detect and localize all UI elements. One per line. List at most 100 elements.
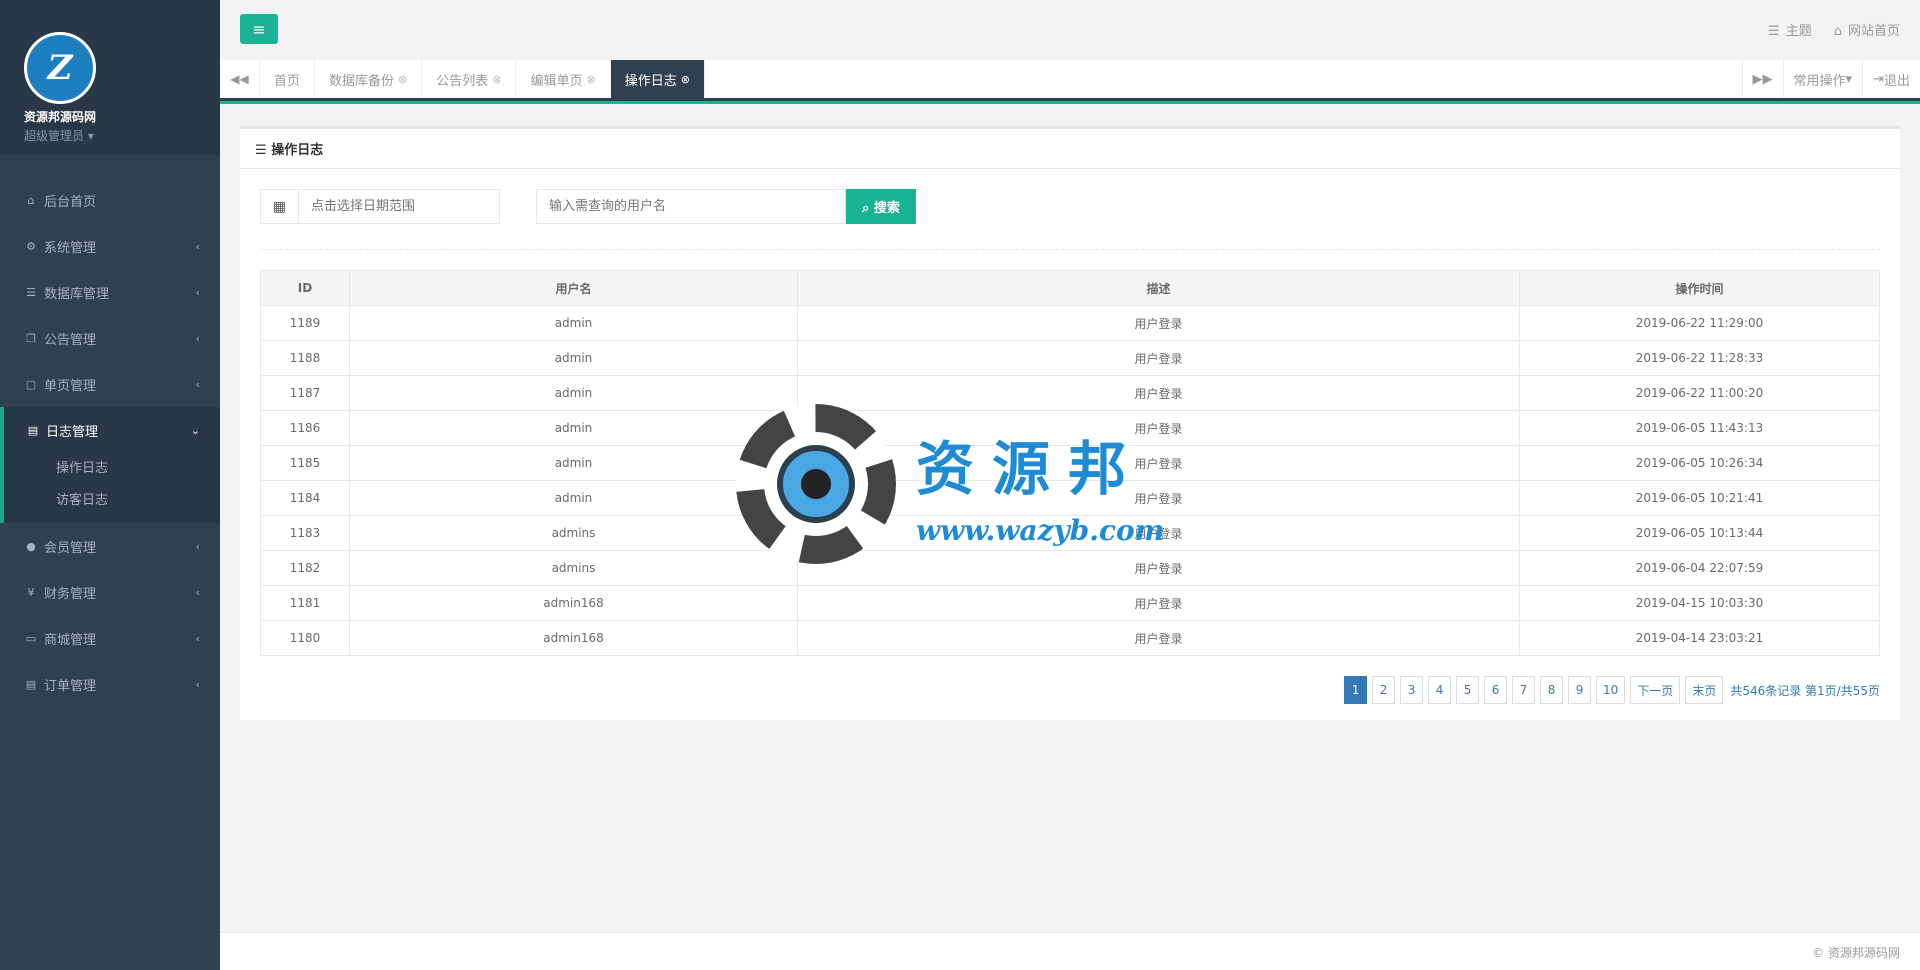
cell-username: admin bbox=[349, 305, 798, 341]
menu-toggle-button[interactable]: ≡ bbox=[240, 14, 278, 44]
page-8-button[interactable]: 8 bbox=[1540, 676, 1564, 704]
cell-id: 1187 bbox=[260, 375, 350, 411]
table-row: 1180 admin168 用户登录 2019-04-14 23:03:21 bbox=[260, 620, 1880, 656]
site-home-label: 网站首页 bbox=[1847, 24, 1900, 39]
close-icon[interactable]: ⊗ bbox=[681, 73, 690, 86]
accent-divider bbox=[220, 101, 1920, 104]
cell-time: 2019-06-04 22:07:59 bbox=[1519, 550, 1880, 586]
column-header-username[interactable]: 用户名 bbox=[349, 270, 798, 306]
sidebar-item-database[interactable]: ☰ 数据库管理 ‹ bbox=[0, 269, 220, 315]
search-label: 搜索 bbox=[873, 201, 900, 216]
page-7-button[interactable]: 7 bbox=[1512, 676, 1536, 704]
page-6-button[interactable]: 6 bbox=[1484, 676, 1508, 704]
column-header-time[interactable]: 操作时间 bbox=[1519, 270, 1880, 306]
tab-edit-page[interactable]: 编辑单页 ⊗ bbox=[516, 60, 611, 98]
tab-label: 编辑单页 bbox=[530, 73, 583, 89]
site-home-link[interactable]: ⌂ 网站首页 bbox=[1834, 20, 1900, 39]
filter-bar: ▦ ⌕ 搜索 bbox=[260, 189, 1880, 224]
pagination-info: 共546条记录 第1页/共55页 bbox=[1730, 683, 1880, 698]
common-ops-dropdown[interactable]: 常用操作 ▾ bbox=[1782, 60, 1863, 98]
page-2-button[interactable]: 2 bbox=[1372, 676, 1396, 704]
file-icon: ▢ bbox=[25, 377, 37, 391]
sidebar: Z 资源邦源码网 超级管理员 ▾ ⌂ 后台首页 ⚙ 系统管理 ‹ ☰ 数据库管理 ‹ ❐ 公… bbox=[0, 0, 220, 970]
sidebar-item-label: 财务管理 bbox=[44, 586, 97, 602]
sidebar-subitem-operation-log[interactable]: 操作日志 bbox=[56, 453, 220, 485]
tab-scroll-right-button[interactable]: ▶▶ bbox=[1741, 60, 1783, 98]
search-icon: ⌕ bbox=[862, 201, 874, 216]
sidebar-item-home[interactable]: ⌂ 后台首页 bbox=[0, 177, 220, 223]
cell-time: 2019-06-05 10:13:44 bbox=[1519, 515, 1880, 551]
caret-down-icon: ▾ bbox=[87, 129, 94, 143]
common-ops-label: 常用操作 bbox=[1793, 73, 1846, 89]
tab-operation-log[interactable]: 操作日志 ⊗ bbox=[610, 60, 705, 98]
next-page-button[interactable]: 下一页 bbox=[1630, 676, 1681, 704]
logout-label: 退出 bbox=[1883, 73, 1910, 89]
cell-description: 用户登录 bbox=[797, 585, 1520, 621]
watermark-text: 资源邦 www.wazyb.com bbox=[916, 422, 1164, 547]
cell-id: 1186 bbox=[260, 410, 350, 446]
user-icon: ● bbox=[26, 539, 36, 553]
search-button[interactable]: ⌕ 搜索 bbox=[846, 189, 916, 224]
tab-scroll-left-button[interactable]: ◀◀ bbox=[220, 60, 260, 98]
page-5-button[interactable]: 5 bbox=[1456, 676, 1480, 704]
role-label: 超级管理员 bbox=[24, 129, 85, 143]
close-icon[interactable]: ⊗ bbox=[492, 73, 501, 86]
hamburger-icon: ≡ bbox=[252, 19, 266, 39]
column-header-id[interactable]: ID bbox=[260, 270, 350, 306]
watermark-cn: 资源邦 bbox=[916, 434, 1145, 503]
tab-label: 操作日志 bbox=[624, 73, 677, 89]
gear-eye-logo bbox=[736, 404, 896, 564]
page-1-button[interactable]: 1 bbox=[1344, 676, 1368, 704]
sidebar-nav: ⌂ 后台首页 ⚙ 系统管理 ‹ ☰ 数据库管理 ‹ ❐ 公告管理 ‹ ▢ 单页管理 ‹ ▤ 日志管理… bbox=[0, 177, 220, 707]
sidebar-item-finance[interactable]: ¥ 财务管理 ‹ bbox=[0, 569, 220, 615]
file-text-icon: ▤ bbox=[27, 423, 39, 437]
sidebar-item-page[interactable]: ▢ 单页管理 ‹ bbox=[0, 361, 220, 407]
sidebar-item-log[interactable]: ▤ 日志管理 ⌄ bbox=[4, 407, 220, 453]
last-page-button[interactable]: 末页 bbox=[1685, 676, 1724, 704]
cell-time: 2019-06-22 11:28:33 bbox=[1519, 340, 1880, 376]
chevron-left-icon: ‹ bbox=[195, 631, 200, 645]
sidebar-item-label: 商城管理 bbox=[44, 632, 97, 648]
page-9-button[interactable]: 9 bbox=[1568, 676, 1592, 704]
footer: © 资源邦源码网 bbox=[220, 932, 1920, 970]
sidebar-item-order[interactable]: ▤ 订单管理 ‹ bbox=[0, 661, 220, 707]
role-dropdown[interactable]: 超级管理员 ▾ bbox=[24, 127, 220, 144]
tab-db-backup[interactable]: 数据库备份 ⊗ bbox=[315, 60, 423, 98]
tab-home[interactable]: 首页 bbox=[260, 60, 316, 98]
cell-username: admin bbox=[349, 480, 798, 516]
sidebar-item-system[interactable]: ⚙ 系统管理 ‹ bbox=[0, 223, 220, 269]
close-icon[interactable]: ⊗ bbox=[587, 73, 596, 86]
copyright-text: © 资源邦源码网 bbox=[1812, 946, 1900, 960]
chevron-left-icon: ‹ bbox=[195, 677, 200, 691]
sidebar-subitem-visitor-log[interactable]: 访客日志 bbox=[56, 485, 220, 517]
cell-id: 1185 bbox=[260, 445, 350, 481]
date-range-group: ▦ bbox=[260, 189, 500, 224]
username-search-input[interactable] bbox=[536, 189, 846, 224]
yen-icon: ¥ bbox=[27, 585, 35, 599]
cell-id: 1181 bbox=[260, 585, 350, 621]
list-icon: ☰ bbox=[255, 143, 272, 158]
page-10-button[interactable]: 10 bbox=[1596, 676, 1626, 704]
date-range-input[interactable] bbox=[299, 190, 499, 223]
close-icon[interactable]: ⊗ bbox=[398, 73, 407, 86]
tab-label: 公告列表 bbox=[436, 73, 489, 89]
sidebar-item-member[interactable]: ● 会员管理 ‹ bbox=[0, 523, 220, 569]
theme-label: 主题 bbox=[1785, 24, 1812, 39]
logout-button[interactable]: ⇥ 退出 bbox=[1862, 60, 1920, 98]
eye-icon bbox=[777, 445, 855, 523]
cell-username: admin bbox=[349, 375, 798, 411]
sidebar-group-log: ▤ 日志管理 ⌄ 操作日志 访客日志 bbox=[0, 407, 220, 523]
site-logo: Z bbox=[24, 32, 96, 104]
page-4-button[interactable]: 4 bbox=[1428, 676, 1452, 704]
calendar-icon: ▦ bbox=[261, 190, 299, 223]
cell-username: admin168 bbox=[349, 620, 798, 656]
tab-notice-list[interactable]: 公告列表 ⊗ bbox=[422, 60, 517, 98]
column-header-description[interactable]: 描述 bbox=[797, 270, 1520, 306]
cell-id: 1189 bbox=[260, 305, 350, 341]
sidebar-item-notice[interactable]: ❐ 公告管理 ‹ bbox=[0, 315, 220, 361]
theme-link[interactable]: ☰ 主题 bbox=[1768, 20, 1812, 39]
copy-icon: ❐ bbox=[26, 331, 36, 345]
sidebar-item-shop[interactable]: ▭ 商城管理 ‹ bbox=[0, 615, 220, 661]
page-3-button[interactable]: 3 bbox=[1400, 676, 1424, 704]
sidebar-item-label: 会员管理 bbox=[44, 540, 97, 556]
